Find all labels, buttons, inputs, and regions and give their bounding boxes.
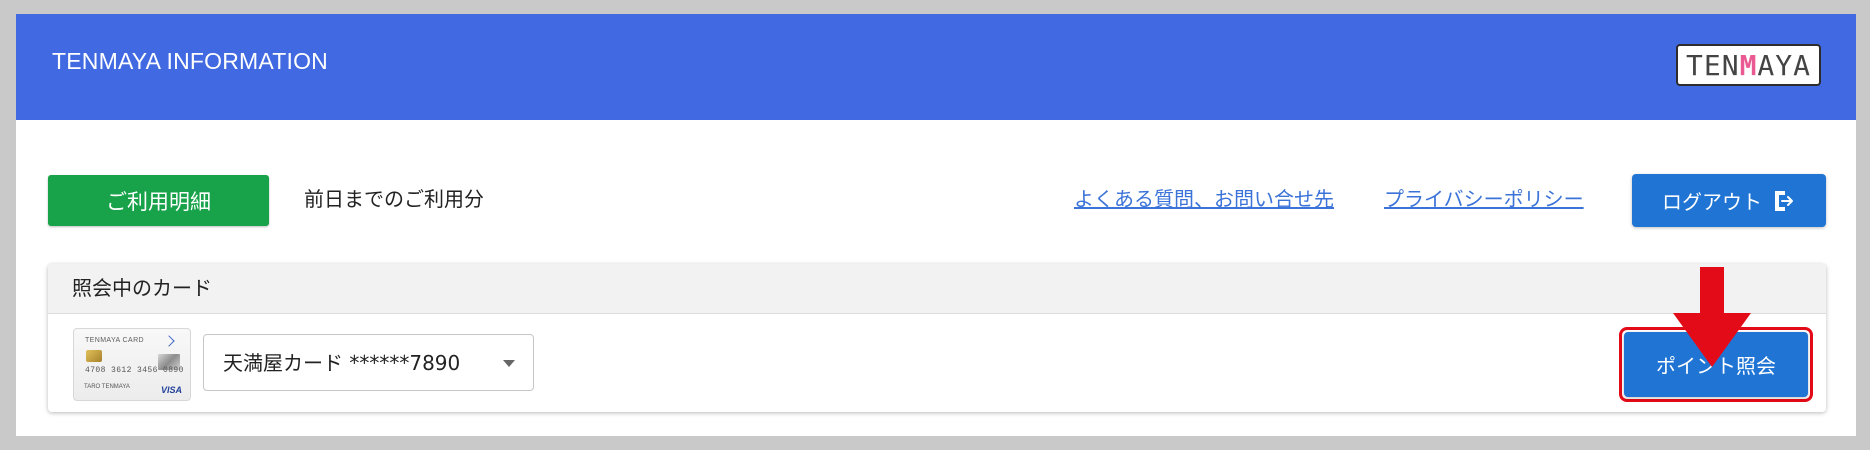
card-thumbnail: TENMAYA CARD 4708 3612 3456 0890 TARO TE… (73, 328, 191, 401)
app-title: TENMAYA INFORMATION (52, 48, 328, 74)
faq-contact-link[interactable]: よくある質問、お問い合せ先 (1074, 187, 1334, 211)
card-panel-header: 照会中のカード (48, 264, 1826, 314)
card-brand-text: TENMAYA CARD (85, 337, 144, 344)
logo-text-right: AYA (1757, 48, 1811, 82)
card-select-dropdown[interactable]: 天満屋カード ******7890 (203, 334, 534, 391)
card-panel-title: 照会中のカード (72, 276, 212, 300)
selected-card-panel: 照会中のカード TENMAYA CARD 4708 3612 3456 0890… (48, 264, 1826, 412)
usage-description: 前日までのご利用分 (304, 187, 484, 211)
logout-button[interactable]: ログアウト (1632, 174, 1826, 227)
selected-card-value: 天満屋カード ******7890 (223, 351, 461, 375)
card-holder-text: TARO TENMAYA (84, 384, 130, 390)
contactless-icon (163, 335, 175, 347)
tenmaya-logo: TEN M AYA (1676, 44, 1821, 86)
app-frame: TENMAYA INFORMATION TEN M AYA ご利用明細 前日まで… (16, 14, 1856, 436)
logo-text-left: TEN (1685, 48, 1740, 82)
logout-label: ログアウト (1662, 190, 1762, 214)
chevron-down-icon (503, 360, 515, 367)
card-chip-icon (86, 350, 102, 362)
logo-text-accent: M (1739, 48, 1758, 82)
privacy-policy-link[interactable]: プライバシーポリシー (1384, 187, 1584, 211)
point-inquiry-button[interactable]: ポイント照会 (1624, 332, 1808, 397)
usage-details-button[interactable]: ご利用明細 (48, 175, 269, 226)
card-number-text: 4708 3612 3456 0890 (85, 366, 184, 375)
visa-logo: VISA (160, 385, 182, 395)
logout-icon (1772, 189, 1796, 213)
top-header: TENMAYA INFORMATION TEN M AYA (16, 14, 1856, 120)
